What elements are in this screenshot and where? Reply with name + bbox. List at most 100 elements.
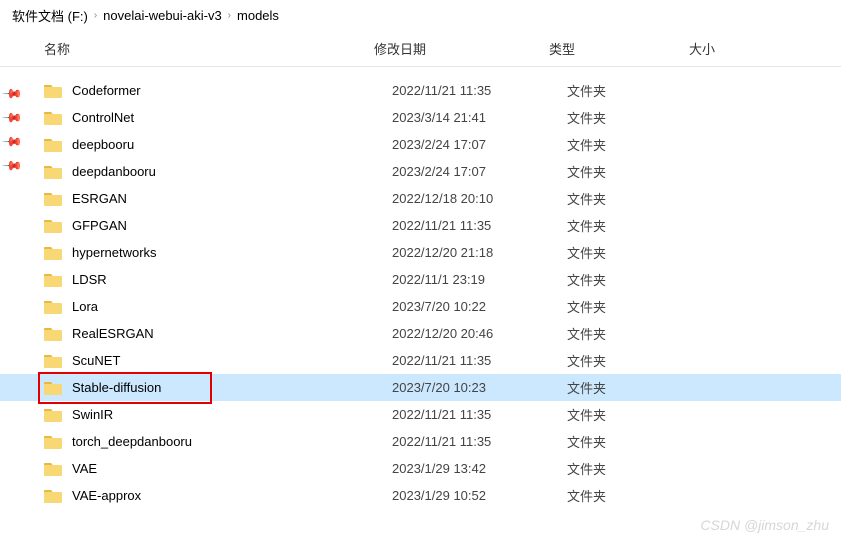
file-date: 2022/12/20 21:18 [392, 245, 567, 260]
file-type: 文件夹 [567, 378, 707, 397]
folder-icon [44, 299, 62, 314]
breadcrumb-root[interactable]: 软件文档 (F:) [12, 6, 88, 25]
table-row[interactable]: VAE-approx2023/1/29 10:52文件夹 [0, 482, 841, 509]
file-name: ScuNET [72, 353, 392, 368]
file-date: 2023/3/14 21:41 [392, 110, 567, 125]
watermark: CSDN @jimson_zhu [700, 517, 829, 533]
folder-icon [44, 488, 62, 503]
column-header-date[interactable]: 修改日期 [374, 39, 549, 58]
file-name: Codeformer [72, 83, 392, 98]
file-date: 2022/12/20 20:46 [392, 326, 567, 341]
file-date: 2022/11/21 11:35 [392, 218, 567, 233]
file-name: deepdanbooru [72, 164, 392, 179]
folder-icon [44, 137, 62, 152]
folder-icon [44, 83, 62, 98]
table-row[interactable]: GFPGAN2022/11/21 11:35文件夹 [0, 212, 841, 239]
table-row[interactable]: ControlNet2023/3/14 21:41文件夹 [0, 104, 841, 131]
file-name: LDSR [72, 272, 392, 287]
pin-icon[interactable]: 📌 [1, 155, 24, 178]
table-row[interactable]: ScuNET2022/11/21 11:35文件夹 [0, 347, 841, 374]
file-type: 文件夹 [567, 81, 707, 100]
file-type: 文件夹 [567, 162, 707, 181]
breadcrumb[interactable]: 软件文档 (F:) › novelai-webui-aki-v3 › model… [0, 0, 841, 31]
pin-icon[interactable]: 📌 [1, 83, 24, 106]
file-date: 2022/11/1 23:19 [392, 272, 567, 287]
column-header-type[interactable]: 类型 [549, 39, 689, 58]
column-header-size[interactable]: 大小 [689, 39, 841, 58]
file-date: 2022/11/21 11:35 [392, 83, 567, 98]
file-name: SwinIR [72, 407, 392, 422]
file-name: deepbooru [72, 137, 392, 152]
table-row[interactable]: SwinIR2022/11/21 11:35文件夹 [0, 401, 841, 428]
table-row[interactable]: deepbooru2023/2/24 17:07文件夹 [0, 131, 841, 158]
file-date: 2023/7/20 10:22 [392, 299, 567, 314]
file-date: 2023/1/29 13:42 [392, 461, 567, 476]
folder-icon [44, 245, 62, 260]
column-header-name[interactable]: 名称 [44, 39, 374, 58]
folder-icon [44, 326, 62, 341]
folder-icon [44, 272, 62, 287]
file-type: 文件夹 [567, 459, 707, 478]
file-date: 2023/7/20 10:23 [392, 380, 567, 395]
table-row[interactable]: ESRGAN2022/12/18 20:10文件夹 [0, 185, 841, 212]
file-type: 文件夹 [567, 189, 707, 208]
table-row[interactable]: torch_deepdanbooru2022/11/21 11:35文件夹 [0, 428, 841, 455]
pin-icon[interactable]: 📌 [1, 131, 24, 154]
file-type: 文件夹 [567, 405, 707, 424]
column-header-label: 名称 [44, 39, 70, 58]
file-type: 文件夹 [567, 135, 707, 154]
folder-icon [44, 380, 62, 395]
file-type: 文件夹 [567, 108, 707, 127]
file-type: 文件夹 [567, 486, 707, 505]
table-row[interactable]: Codeformer2022/11/21 11:35文件夹 [0, 77, 841, 104]
file-date: 2023/2/24 17:07 [392, 164, 567, 179]
folder-icon [44, 191, 62, 206]
file-name: Stable-diffusion [72, 380, 392, 395]
file-type: 文件夹 [567, 216, 707, 235]
column-header-label: 修改日期 [374, 42, 426, 57]
column-headers: 名称 修改日期 类型 大小 [0, 31, 841, 67]
file-name: Lora [72, 299, 392, 314]
folder-icon [44, 218, 62, 233]
table-row[interactable]: Lora2023/7/20 10:22文件夹 [0, 293, 841, 320]
file-type: 文件夹 [567, 324, 707, 343]
chevron-right-icon: › [94, 10, 97, 21]
column-header-label: 大小 [689, 42, 715, 57]
file-type: 文件夹 [567, 351, 707, 370]
table-row[interactable]: LDSR2022/11/1 23:19文件夹 [0, 266, 841, 293]
file-date: 2022/11/21 11:35 [392, 353, 567, 368]
file-date: 2022/11/21 11:35 [392, 407, 567, 422]
file-type: 文件夹 [567, 432, 707, 451]
file-name: ControlNet [72, 110, 392, 125]
folder-icon [44, 461, 62, 476]
folder-icon [44, 164, 62, 179]
pin-icon[interactable]: 📌 [1, 107, 24, 130]
file-name: ESRGAN [72, 191, 392, 206]
table-row[interactable]: hypernetworks2022/12/20 21:18文件夹 [0, 239, 841, 266]
folder-icon [44, 434, 62, 449]
column-header-label: 类型 [549, 42, 575, 57]
chevron-right-icon: › [228, 10, 231, 21]
file-name: RealESRGAN [72, 326, 392, 341]
table-row[interactable]: RealESRGAN2022/12/20 20:46文件夹 [0, 320, 841, 347]
file-name: hypernetworks [72, 245, 392, 260]
table-row[interactable]: Stable-diffusion2023/7/20 10:23文件夹 [0, 374, 841, 401]
file-type: 文件夹 [567, 297, 707, 316]
folder-icon [44, 110, 62, 125]
file-date: 2023/2/24 17:07 [392, 137, 567, 152]
file-name: GFPGAN [72, 218, 392, 233]
breadcrumb-path2[interactable]: models [237, 8, 279, 23]
file-date: 2022/12/18 20:10 [392, 191, 567, 206]
table-row[interactable]: VAE2023/1/29 13:42文件夹 [0, 455, 841, 482]
file-date: 2022/11/21 11:35 [392, 434, 567, 449]
folder-icon [44, 353, 62, 368]
pinned-sidebar: 📌 📌 📌 📌 [0, 80, 24, 174]
folder-icon [44, 407, 62, 422]
breadcrumb-path1[interactable]: novelai-webui-aki-v3 [103, 8, 222, 23]
file-name: VAE [72, 461, 392, 476]
file-type: 文件夹 [567, 243, 707, 262]
file-name: VAE-approx [72, 488, 392, 503]
table-row[interactable]: deepdanbooru2023/2/24 17:07文件夹 [0, 158, 841, 185]
file-name: torch_deepdanbooru [72, 434, 392, 449]
file-date: 2023/1/29 10:52 [392, 488, 567, 503]
